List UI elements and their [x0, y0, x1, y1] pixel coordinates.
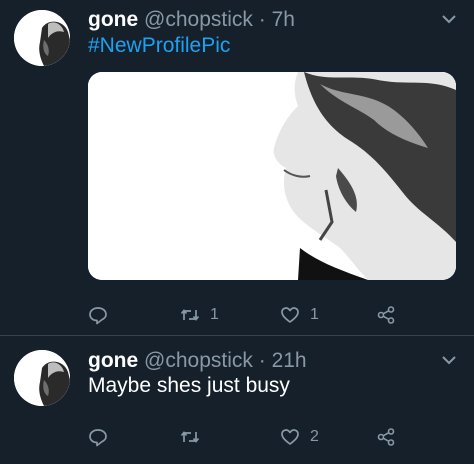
- hashtag-link[interactable]: #NewProfilePic: [88, 34, 230, 58]
- like-button[interactable]: 1: [280, 302, 319, 328]
- author-handle[interactable]: @chopstick: [144, 349, 253, 372]
- tweet[interactable]: gone @chopstick · 7h #NewProfilePic 1 1: [0, 0, 474, 335]
- tweet-actions: 2: [88, 424, 418, 450]
- separator: ·: [258, 8, 266, 31]
- avatar[interactable]: [14, 350, 70, 406]
- retweet-button[interactable]: 1: [180, 302, 219, 328]
- like-count: 1: [310, 306, 319, 323]
- like-button[interactable]: 2: [280, 424, 319, 450]
- like-icon: [281, 307, 299, 323]
- tweet-image[interactable]: [88, 72, 456, 280]
- share-button[interactable]: [376, 302, 396, 328]
- avatar[interactable]: [14, 10, 70, 66]
- timestamp[interactable]: 21h: [272, 349, 307, 372]
- like-icon: [281, 429, 299, 445]
- share-icon: [377, 306, 395, 324]
- timestamp[interactable]: 7h: [272, 8, 295, 31]
- chevron-down-icon[interactable]: [440, 10, 458, 28]
- retweet-icon: [180, 309, 200, 321]
- share-button[interactable]: [376, 424, 396, 450]
- author-name[interactable]: gone: [88, 349, 138, 372]
- retweet-icon: [180, 431, 200, 443]
- reply-icon: [89, 307, 107, 325]
- share-icon: [377, 428, 395, 446]
- tweet-actions: 1 1: [88, 302, 418, 328]
- chevron-down-icon[interactable]: [440, 351, 458, 369]
- retweet-button[interactable]: [180, 424, 210, 450]
- reply-icon: [89, 429, 107, 447]
- author-name[interactable]: gone: [88, 8, 138, 31]
- author-handle[interactable]: @chopstick: [144, 8, 253, 31]
- reply-button[interactable]: [88, 302, 118, 328]
- separator: ·: [258, 349, 266, 372]
- reply-button[interactable]: [88, 424, 118, 450]
- tweet-text: Maybe shes just busy: [88, 374, 290, 397]
- like-count: 2: [310, 428, 319, 445]
- retweet-count: 1: [210, 306, 219, 323]
